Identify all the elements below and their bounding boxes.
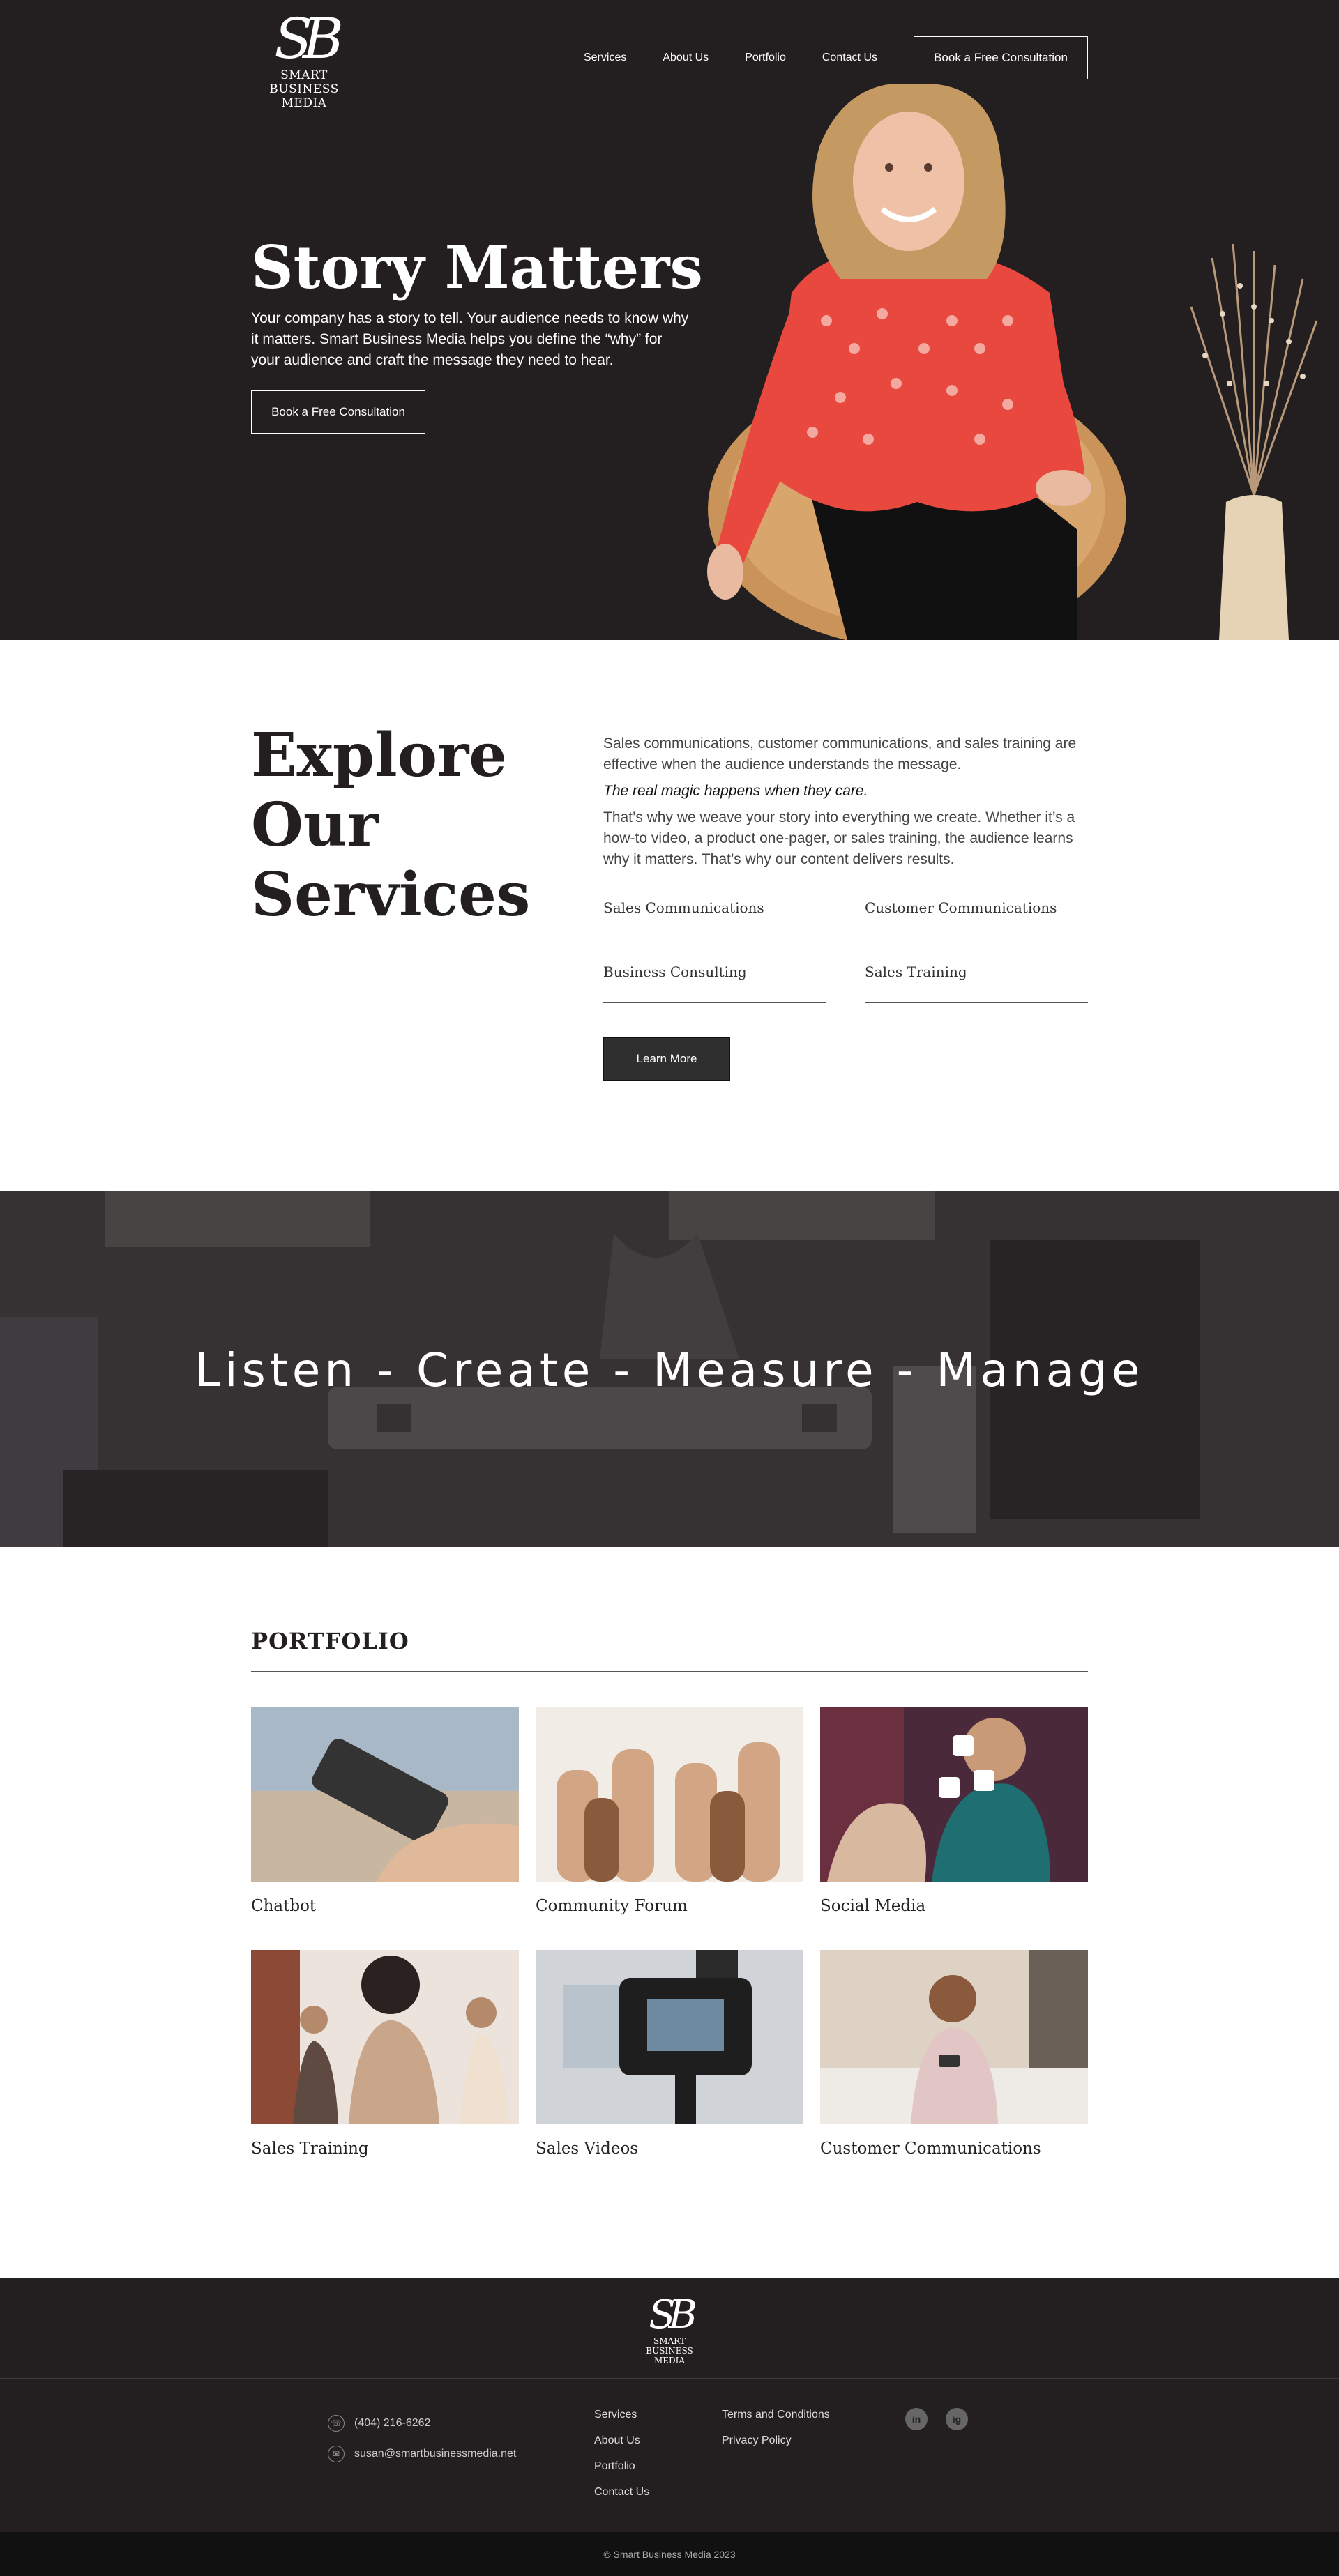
portfolio-label: Social Media — [820, 1897, 926, 1915]
footer-logo-name-line1: SMART BUSINESS — [646, 2336, 693, 2356]
portfolio-card-social-media[interactable]: Social Media — [820, 1707, 1088, 1950]
portfolio-card-community-forum[interactable]: Community Forum — [536, 1707, 803, 1950]
nav-consultation-button[interactable]: Book a Free Consultation — [914, 36, 1088, 79]
footer-logo-mark: SB — [649, 2292, 697, 2338]
footer-phone-text: (404) 216-6262 — [354, 2417, 431, 2429]
vase-image — [1190, 244, 1318, 640]
services-magic-line: The real magic happens when they care. — [603, 783, 868, 799]
nav-portfolio[interactable]: Portfolio — [745, 52, 786, 64]
footer-logo[interactable]: SB SMART BUSINESS MEDIA — [629, 2292, 710, 2366]
services-title: Explore Our Services — [251, 720, 531, 930]
portfolio-grid: Chatbot Community Forum Social Media Sal… — [251, 1707, 1088, 2193]
portfolio-image-social-media — [820, 1707, 1088, 1882]
logo-mark: SB — [274, 6, 344, 71]
services-section: Explore Our Services Sales communication… — [0, 640, 1339, 1191]
services-description: Sales communications, customer communica… — [603, 733, 1088, 876]
portfolio-image-sales-training — [251, 1950, 519, 2124]
portfolio-title: PORTFOLIO — [251, 1628, 409, 1654]
footer-phone[interactable]: ☏ (404) 216-6262 — [328, 2408, 516, 2439]
hero-section: SB SMART BUSINESS MEDIA Services About U… — [0, 0, 1339, 640]
portfolio-label: Sales Training — [251, 2140, 369, 2158]
footer-link-contact-us[interactable]: Contact Us — [594, 2485, 649, 2511]
portfolio-image-customer-communications — [820, 1950, 1088, 2124]
hero-text: Your company has a story to tell. Your a… — [251, 310, 689, 368]
instagram-icon[interactable]: ig — [946, 2408, 968, 2430]
portfolio-image-community-forum — [536, 1707, 803, 1882]
footer-link-about-us[interactable]: About Us — [594, 2434, 649, 2460]
hero-title: Story Matters — [251, 233, 703, 302]
footer-social: in ig — [905, 2408, 968, 2430]
footer-nav: Services About Us Portfolio Contact Us — [594, 2408, 649, 2511]
site-footer: SB SMART BUSINESS MEDIA ☏ (404) 216-6262… — [0, 2278, 1339, 2576]
services-intro: Sales communications, customer communica… — [603, 736, 1077, 772]
portfolio-label: Community Forum — [536, 1897, 688, 1915]
nav-services[interactable]: Services — [584, 52, 626, 64]
values-banner: Listen - Create - Measure - Manage — [0, 1191, 1339, 1547]
footer-link-terms[interactable]: Terms and Conditions — [722, 2408, 830, 2434]
footer-legal: Terms and Conditions Privacy Policy — [722, 2408, 830, 2460]
service-sales-communications[interactable]: Sales Communications — [603, 895, 826, 938]
footer-email-text: susan@smartbusinessmedia.net — [354, 2448, 517, 2460]
hero-person-image — [707, 84, 1126, 640]
services-body: That’s why we weave your story into ever… — [603, 809, 1075, 867]
footer-link-portfolio[interactable]: Portfolio — [594, 2460, 649, 2485]
portfolio-card-chatbot[interactable]: Chatbot — [251, 1707, 519, 1950]
footer-copyright: © Smart Business Media 2023 — [0, 2532, 1339, 2576]
nav-about-us[interactable]: About Us — [663, 52, 709, 64]
footer-main: ☏ (404) 216-6262 ✉ susan@smartbusinessme… — [0, 2379, 1339, 2532]
portfolio-label: Sales Videos — [536, 2140, 639, 2158]
services-list: Sales Communications Customer Communicat… — [603, 895, 1088, 1003]
portfolio-section: PORTFOLIO Chatbot Community Forum Social… — [0, 1547, 1339, 2278]
portfolio-image-chatbot — [251, 1707, 519, 1882]
portfolio-image-sales-videos — [536, 1950, 803, 2124]
portfolio-card-sales-training[interactable]: Sales Training — [251, 1950, 519, 2193]
footer-logo-bar: SB SMART BUSINESS MEDIA — [0, 2278, 1339, 2379]
logo-name-line2: MEDIA — [281, 96, 327, 110]
learn-more-button[interactable]: Learn More — [603, 1037, 730, 1081]
service-business-consulting[interactable]: Business Consulting — [603, 959, 826, 1003]
banner-text: Listen - Create - Measure - Manage — [195, 1343, 1144, 1397]
portfolio-label: Customer Communications — [820, 2140, 1041, 2158]
service-customer-communications[interactable]: Customer Communications — [865, 895, 1088, 938]
nav-contact-us[interactable]: Contact Us — [822, 52, 877, 64]
portfolio-divider — [251, 1671, 1088, 1672]
portfolio-card-customer-communications[interactable]: Customer Communications — [820, 1950, 1088, 2193]
service-sales-training[interactable]: Sales Training — [865, 959, 1088, 1003]
footer-link-services[interactable]: Services — [594, 2408, 649, 2434]
main-nav: Services About Us Portfolio Contact Us B… — [584, 36, 1088, 79]
portfolio-label: Chatbot — [251, 1897, 317, 1915]
footer-logo-name-line2: MEDIA — [653, 2356, 686, 2365]
email-icon: ✉ — [328, 2446, 345, 2462]
logo-name-line1: SMART BUSINESS — [269, 68, 339, 96]
hero-consultation-button[interactable]: Book a Free Consultation — [251, 390, 425, 434]
phone-icon: ☏ — [328, 2415, 345, 2432]
footer-email[interactable]: ✉ susan@smartbusinessmedia.net — [328, 2439, 516, 2469]
brand-logo[interactable]: SB SMART BUSINESS MEDIA — [251, 6, 357, 111]
footer-contact: ☏ (404) 216-6262 ✉ susan@smartbusinessme… — [328, 2408, 516, 2469]
footer-link-privacy[interactable]: Privacy Policy — [722, 2434, 830, 2460]
portfolio-card-sales-videos[interactable]: Sales Videos — [536, 1950, 803, 2193]
linkedin-icon[interactable]: in — [905, 2408, 928, 2430]
